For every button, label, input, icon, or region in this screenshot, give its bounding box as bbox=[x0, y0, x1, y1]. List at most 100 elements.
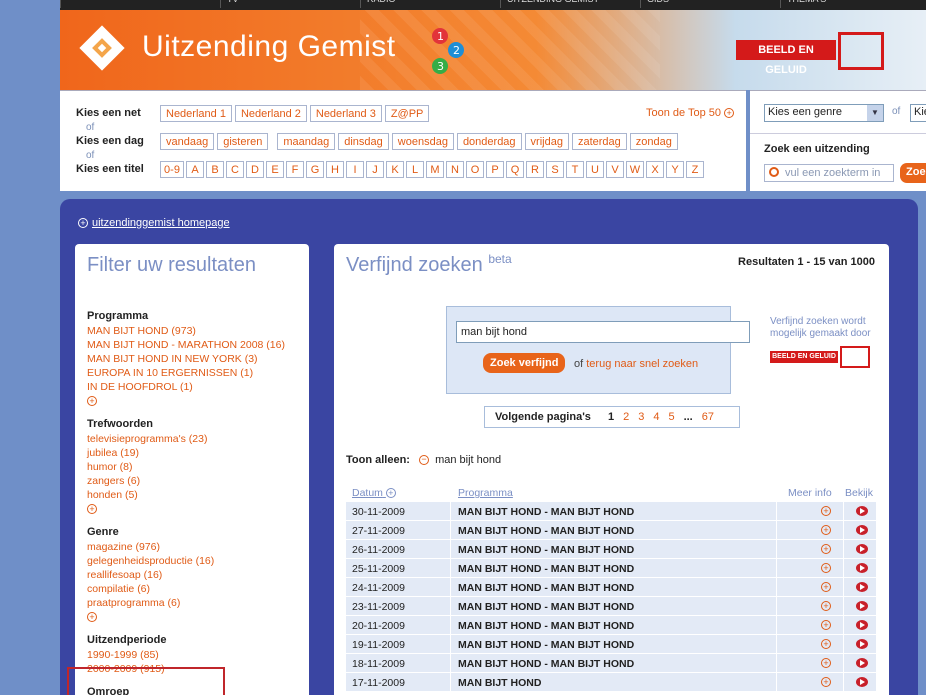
date-column-header[interactable]: Datum + bbox=[352, 487, 396, 499]
more-info-icon[interactable]: + bbox=[821, 639, 831, 649]
filter-option[interactable]: IN DE HOOFDROL (1) bbox=[87, 380, 302, 394]
letter-button[interactable]: G bbox=[306, 160, 324, 178]
filter-option[interactable]: praatprogramma (6) bbox=[87, 596, 302, 610]
letter-button[interactable]: I bbox=[346, 160, 364, 178]
page-link-last[interactable]: 67 bbox=[702, 411, 714, 423]
letter-button[interactable]: X bbox=[646, 160, 664, 178]
play-icon[interactable] bbox=[856, 639, 868, 649]
row-program[interactable]: MAN BIJT HOND - MAN BIJT HOND bbox=[458, 620, 634, 632]
day-button[interactable]: vrijdag bbox=[524, 132, 569, 150]
row-program[interactable]: MAN BIJT HOND - MAN BIJT HOND bbox=[458, 525, 634, 537]
play-icon[interactable] bbox=[856, 658, 868, 668]
net-button[interactable]: Nederland 3 bbox=[309, 104, 382, 122]
homepage-link[interactable]: + uitzendinggemist homepage bbox=[78, 217, 230, 229]
net-button[interactable]: Nederland 2 bbox=[234, 104, 307, 122]
row-program[interactable]: MAN BIJT HOND - MAN BIJT HOND bbox=[458, 563, 634, 575]
play-icon[interactable] bbox=[856, 506, 868, 516]
day-button[interactable]: donderdag bbox=[456, 132, 522, 150]
filter-option[interactable]: MAN BIJT HOND - MARATHON 2008 (16) bbox=[87, 338, 302, 352]
letter-button[interactable]: J bbox=[366, 160, 384, 178]
filter-option[interactable]: honden (5) bbox=[87, 488, 302, 502]
filter-option[interactable]: 1990-1999 (85) bbox=[87, 648, 302, 662]
filter-option[interactable]: magazine (976) bbox=[87, 540, 302, 554]
net-button[interactable]: Nederland 1 bbox=[160, 104, 232, 122]
play-icon[interactable] bbox=[856, 601, 868, 611]
top50-link[interactable]: Toon de Top 50 + bbox=[646, 107, 735, 119]
more-info-icon[interactable]: + bbox=[821, 544, 831, 554]
site-title[interactable]: Uitzending Gemist bbox=[142, 30, 396, 64]
filter-option[interactable]: MAN BIJT HOND IN NEW YORK (3) bbox=[87, 352, 302, 366]
topnav-item[interactable]: GIDS bbox=[640, 0, 780, 8]
refine-query-input[interactable]: man bijt hond bbox=[456, 321, 750, 343]
beeld-en-geluid-logo[interactable]: BEELD EN GELUID bbox=[736, 32, 886, 76]
letter-button[interactable]: D bbox=[246, 160, 264, 178]
search-input[interactable]: vul een zoekterm in bbox=[764, 164, 894, 182]
page-link[interactable]: 5 bbox=[668, 411, 674, 423]
play-icon[interactable] bbox=[856, 525, 868, 535]
net-button[interactable]: Z@PP bbox=[384, 104, 430, 122]
letter-button[interactable]: Y bbox=[666, 160, 684, 178]
topnav-item[interactable] bbox=[60, 0, 200, 8]
filter-option[interactable]: televisieprogramma's (23) bbox=[87, 432, 302, 446]
refine-search-button[interactable]: Zoek verfijnd bbox=[483, 353, 566, 373]
filter-option[interactable]: humor (8) bbox=[87, 460, 302, 474]
row-program[interactable]: MAN BIJT HOND - MAN BIJT HOND bbox=[458, 544, 634, 556]
more-info-icon[interactable]: + bbox=[821, 582, 831, 592]
page-link[interactable]: 4 bbox=[653, 411, 659, 423]
topnav-item[interactable]: RADIO bbox=[360, 0, 500, 8]
row-program[interactable]: MAN BIJT HOND - MAN BIJT HOND bbox=[458, 639, 634, 651]
play-icon[interactable] bbox=[856, 620, 868, 630]
letter-button[interactable]: O bbox=[466, 160, 484, 178]
letter-button[interactable]: R bbox=[526, 160, 544, 178]
letter-button[interactable]: 0-9 bbox=[160, 160, 184, 178]
row-program[interactable]: MAN BIJT HOND - MAN BIJT HOND bbox=[458, 601, 634, 613]
letter-button[interactable]: B bbox=[206, 160, 224, 178]
beeld-en-geluid-small-logo[interactable]: BEELD EN GELUID bbox=[770, 346, 870, 368]
filter-option[interactable]: jubilea (19) bbox=[87, 446, 302, 460]
filter-option[interactable]: EUROPA IN 10 ERGERNISSEN (1) bbox=[87, 366, 302, 380]
letter-button[interactable]: C bbox=[226, 160, 244, 178]
letter-button[interactable]: S bbox=[546, 160, 564, 178]
program-column-header[interactable]: Programma bbox=[458, 487, 513, 499]
letter-button[interactable]: E bbox=[266, 160, 284, 178]
filter-option[interactable]: gelegenheidsproductie (16) bbox=[87, 554, 302, 568]
day-button[interactable]: dinsdag bbox=[338, 132, 389, 150]
day-button[interactable]: woensdag bbox=[391, 132, 454, 150]
day-button[interactable]: zaterdag bbox=[571, 132, 627, 150]
letter-button[interactable]: P bbox=[486, 160, 504, 178]
letter-button[interactable]: M bbox=[426, 160, 444, 178]
remove-filter-icon[interactable]: − bbox=[419, 455, 430, 466]
letter-button[interactable]: Q bbox=[506, 160, 524, 178]
more-info-icon[interactable]: + bbox=[821, 677, 831, 687]
search-button[interactable]: Zoe bbox=[900, 163, 926, 183]
play-icon[interactable] bbox=[856, 677, 868, 687]
letter-button[interactable]: H bbox=[326, 160, 344, 178]
row-program[interactable]: MAN BIJT HOND - MAN BIJT HOND bbox=[458, 582, 634, 594]
page-link[interactable]: 3 bbox=[638, 411, 644, 423]
row-program[interactable]: MAN BIJT HOND - MAN BIJT HOND bbox=[458, 506, 634, 518]
page-link[interactable]: 2 bbox=[623, 411, 629, 423]
more-info-icon[interactable]: + bbox=[821, 525, 831, 535]
play-icon[interactable] bbox=[856, 582, 868, 592]
letter-button[interactable]: V bbox=[606, 160, 624, 178]
filter-option[interactable]: zangers (6) bbox=[87, 474, 302, 488]
filter-option[interactable]: MAN BIJT HOND (973) bbox=[87, 324, 302, 338]
expand-more-icon[interactable]: + bbox=[87, 504, 97, 514]
expand-more-icon[interactable]: + bbox=[87, 612, 97, 622]
more-info-icon[interactable]: + bbox=[821, 563, 831, 573]
topnav-item[interactable]: UITZENDING GEMIST bbox=[500, 0, 640, 8]
play-icon[interactable] bbox=[856, 544, 868, 554]
letter-button[interactable]: N bbox=[446, 160, 464, 178]
letter-button[interactable]: U bbox=[586, 160, 604, 178]
logo-diamond-icon[interactable] bbox=[78, 24, 126, 72]
letter-button[interactable]: A bbox=[186, 160, 204, 178]
letter-button[interactable]: L bbox=[406, 160, 424, 178]
day-button[interactable]: vandaag bbox=[160, 132, 215, 150]
more-info-icon[interactable]: + bbox=[821, 506, 831, 516]
day-button[interactable]: zondag bbox=[629, 132, 678, 150]
secondary-select[interactable]: Kies bbox=[910, 104, 926, 122]
expand-more-icon[interactable]: + bbox=[87, 396, 97, 406]
row-program[interactable]: MAN BIJT HOND - MAN BIJT HOND bbox=[458, 658, 634, 670]
genre-select[interactable]: Kies een genre ▼ bbox=[764, 104, 884, 122]
play-icon[interactable] bbox=[856, 563, 868, 573]
